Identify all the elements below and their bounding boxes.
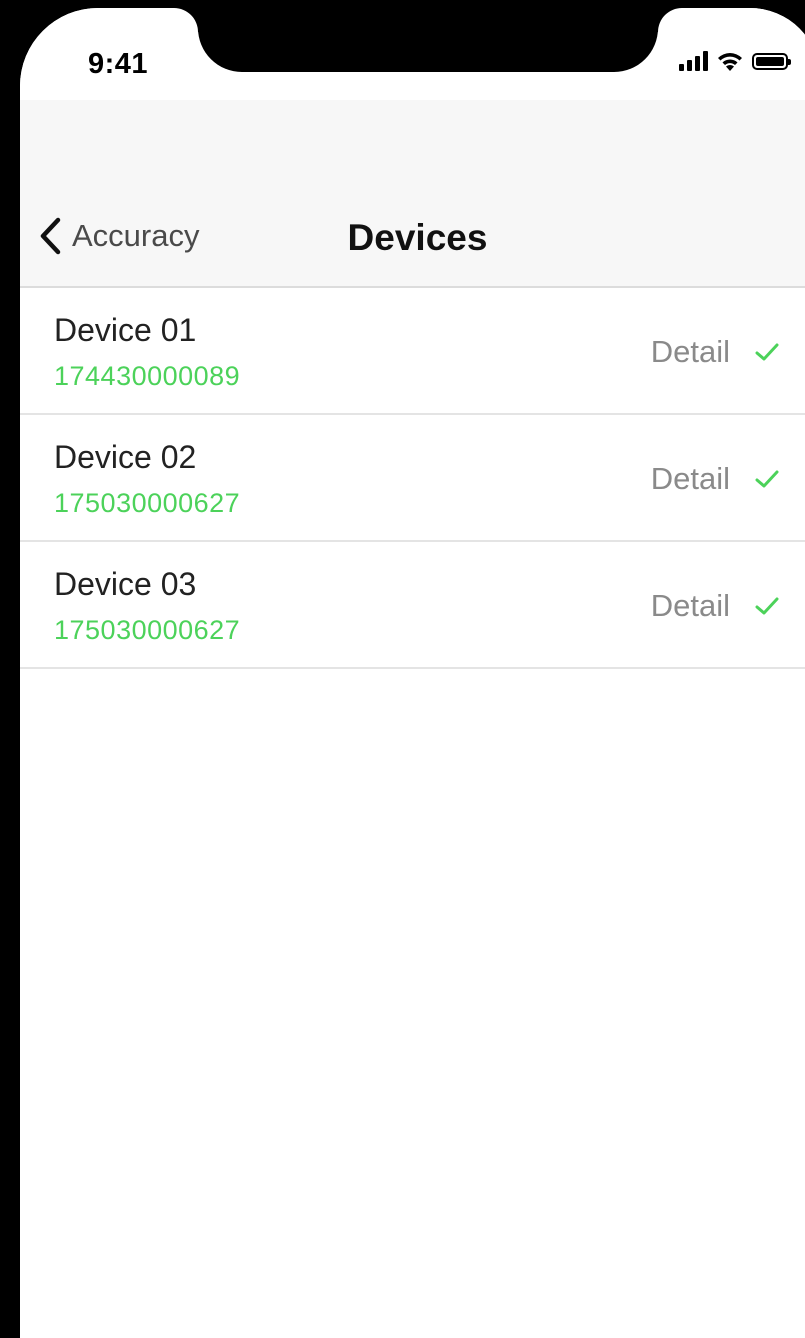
- device-row-03[interactable]: Device 03 175030000627 Detail: [20, 542, 805, 669]
- device-notch: [198, 8, 658, 72]
- detail-link[interactable]: Detail: [651, 461, 780, 497]
- detail-link[interactable]: Detail: [651, 334, 780, 370]
- status-bar: 9:41: [20, 8, 805, 100]
- detail-label: Detail: [650, 588, 730, 623]
- phone-screen: 9:41 Accuracy Devices Device 01 17443000…: [20, 8, 805, 1338]
- device-row-01[interactable]: Device 01 174430000089 Detail: [20, 288, 805, 415]
- device-name: Device 03: [54, 566, 197, 602]
- checkmark-icon: [755, 343, 779, 361]
- device-serial: 174430000089: [54, 361, 241, 391]
- device-list: Device 01 174430000089 Detail Device 02 …: [20, 288, 805, 669]
- cellular-signal-icon: [679, 51, 708, 71]
- page-title: Devices: [347, 217, 488, 258]
- checkmark-icon: [755, 470, 779, 488]
- device-serial: 175030000627: [54, 488, 241, 518]
- device-serial: 175030000627: [54, 615, 241, 645]
- device-name: Device 02: [54, 439, 197, 475]
- wifi-icon: [718, 53, 742, 71]
- detail-link[interactable]: Detail: [651, 588, 780, 624]
- device-name: Device 01: [54, 312, 197, 348]
- navigation-bar: Accuracy Devices: [20, 100, 805, 288]
- status-icons: [679, 48, 791, 74]
- status-time: 9:41: [88, 48, 149, 80]
- detail-label: Detail: [650, 334, 730, 369]
- battery-icon: [752, 52, 791, 70]
- device-row-02[interactable]: Device 02 175030000627 Detail: [20, 415, 805, 542]
- checkmark-icon: [755, 597, 779, 615]
- detail-label: Detail: [650, 461, 730, 496]
